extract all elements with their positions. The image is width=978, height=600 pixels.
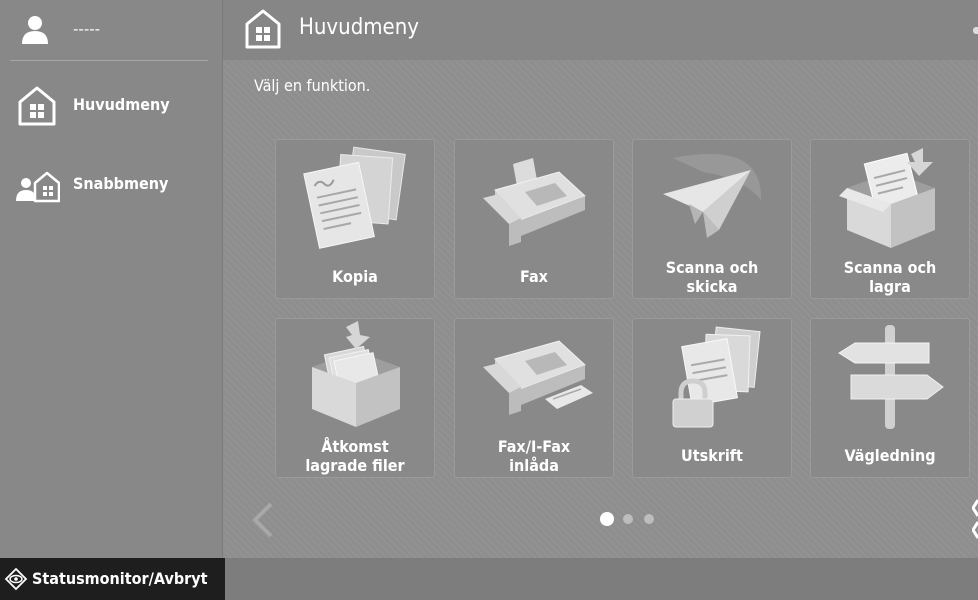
home-icon: [18, 86, 56, 126]
file-box-icon: [312, 321, 400, 427]
tile-atkomst-lagrade-filer[interactable]: Åtkomst lagrade filer: [275, 318, 435, 478]
instruction-text: Välj en funktion.: [254, 76, 371, 95]
tile-fax[interactable]: Fax: [454, 139, 614, 299]
paper-plane-icon: [663, 153, 762, 238]
quick-menu-icon: [16, 171, 60, 203]
tile-fax-ifax-inlada[interactable]: Fax/I-Fax inlåda: [454, 318, 614, 478]
locked-documents-icon: [672, 326, 761, 428]
home-icon: [245, 9, 281, 49]
tile-label: Utskrift: [681, 446, 743, 465]
tile-label: Fax/I-Fax inlåda: [497, 437, 571, 475]
tile-vagledning[interactable]: Vägledning: [810, 318, 970, 478]
copy-documents-icon: [303, 146, 406, 249]
page-dot-2[interactable]: [623, 514, 633, 524]
page-title: Huvudmeny: [299, 15, 419, 40]
sidebar-item-label: Huvudmeny: [73, 95, 170, 114]
tile-scanna-och-lagra[interactable]: Scanna och lagra: [810, 139, 970, 299]
tile-kopia[interactable]: Kopia: [275, 139, 435, 299]
sidebar-item-snabbmeny[interactable]: Snabbmeny: [0, 155, 222, 219]
user-icon: [22, 16, 48, 44]
document-box-icon: [839, 148, 935, 248]
status-monitor-icon: [4, 567, 28, 591]
header: Huvudmeny: [223, 0, 978, 60]
tile-utskrift[interactable]: Utskrift: [632, 318, 792, 478]
tile-label: Scanna och lagra: [843, 258, 937, 296]
fax-inbox-icon: [483, 340, 593, 415]
footer-bar: Statusmonitor/Avbryt: [0, 558, 978, 600]
previous-page-arrow-icon[interactable]: [251, 502, 275, 538]
sidebar-item-label: Snabbmeny: [73, 174, 169, 193]
tile-scanna-och-skicka[interactable]: Scanna och skicka: [632, 139, 792, 299]
sidebar: ----- Huvudmeny Snabbmeny: [0, 0, 223, 558]
page-dot-3[interactable]: [644, 514, 654, 524]
page-dot-1[interactable]: [600, 512, 614, 526]
next-page-arrow-icon[interactable]: [972, 496, 978, 542]
status-monitor-label: Statusmonitor/Avbryt: [32, 569, 208, 588]
status-monitor-button[interactable]: Statusmonitor/Avbryt: [0, 558, 225, 600]
main-content: Välj en funktion. Kopia Fax Scanna och s…: [223, 60, 978, 558]
signpost-icon: [838, 325, 944, 429]
tile-label: Vägledning: [844, 446, 936, 465]
fax-machine-icon: [483, 158, 586, 246]
user-name: -----: [73, 20, 101, 38]
sidebar-divider: [10, 60, 208, 61]
tile-label: Scanna och skicka: [665, 258, 759, 296]
scroll-indicator: [973, 27, 978, 34]
tile-label: Fax: [520, 267, 548, 286]
tile-label: Åtkomst lagrade filer: [305, 437, 405, 475]
user-login-area[interactable]: -----: [0, 0, 222, 60]
tile-label: Kopia: [332, 267, 378, 286]
sidebar-item-huvudmeny[interactable]: Huvudmeny: [0, 76, 222, 140]
